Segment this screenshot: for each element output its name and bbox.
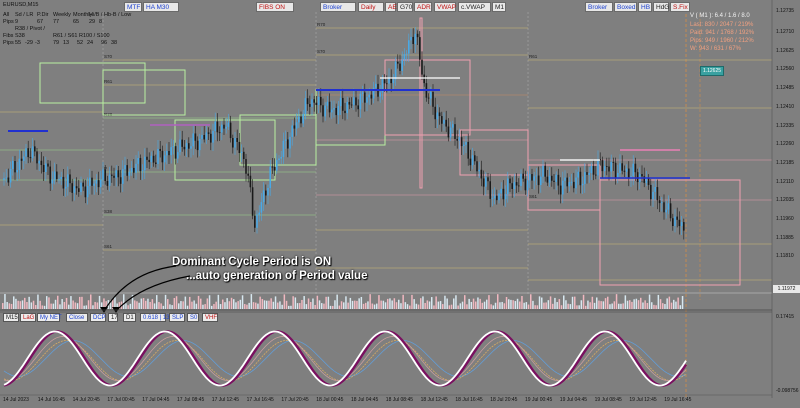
price-axis-label: 1.12035 [776,197,795,204]
volatility-info: V ( M1 ): 6.4 / 1.6 / 8.0 [690,13,750,19]
time-axis-label: 19 Jul 08:45 [594,397,622,403]
toolbar-button-daily[interactable]: Daily [358,2,384,12]
toolbar-button-broker[interactable]: Broker [320,2,356,12]
time-axis-label: 18 Jul 12:45 [420,397,448,403]
info-pips: Pips: 949 / 1960 / 212% [690,38,754,44]
time-axis-label: 17 Jul 16:45 [246,397,274,403]
price-axis-label: 1.12110 [776,178,794,185]
stats-header: All Sd / LR P.Dir Weekly MonthlyHi/B / Hb-B … [3,12,132,18]
time-axis-label: 14 Jul 16:45 [37,397,66,403]
osc-button-close[interactable]: Close [66,313,88,322]
stats-row-2: FibsR38 / Pivot / S38 R61 / S61 R100 / S10… [3,26,110,39]
price-tag: 1.12625 [700,66,724,76]
toolbar-button-boxed[interactable]: Boxed [614,2,637,12]
time-axis-label: 19 Jul 16:45 [664,397,692,403]
annotation-line-1: Dominant Cycle Period is ON [172,256,332,268]
time-axis-label: 17 Jul 04:45 [142,397,170,403]
toolbar-button-fibs-on[interactable]: FIBS ON [256,2,294,12]
time-axis-label: 19 Jul 12:45 [629,397,657,403]
price-axis-label: 1.12260 [776,141,795,148]
osc-button-17[interactable]: 17 [108,313,118,322]
price-axis-label: 1.12335 [776,122,795,129]
toolbar-button-adr[interactable]: ADR [414,2,432,12]
osc-button-d1[interactable]: D1 [123,313,136,322]
osc-button-dcp[interactable]: DCP [90,313,106,322]
info-paid: Paid: 941 / 1768 / 192% [690,30,755,36]
osc-button-lag[interactable]: LaG [20,313,36,322]
fib-label: S61 [529,194,538,199]
time-axis-label: 19 Jul 00:45 [525,397,553,403]
price-axis-label: 1.12485 [776,85,795,92]
fib-label: R61 [529,54,538,59]
stats-row-1: Pips9 67 77 65 29 8 [3,19,103,25]
price-axis-label: 1.12185 [776,159,795,166]
time-axis-label: 17 Jul 20:45 [281,397,309,403]
toolbar-button-broker[interactable]: Broker [585,2,613,12]
osc-button-0-618-13[interactable]: 0.618 | 13 [140,313,170,322]
osc-button-m15[interactable]: M15 [3,313,19,322]
osc-axis-top: 0.17415 [776,314,795,320]
price-axis-label: 1.12560 [776,66,795,73]
price-axis-label: 1.11960 [776,216,794,222]
time-axis-label: 18 Jul 04:45 [351,397,379,403]
osc-button-slp[interactable]: SLP [169,313,185,322]
annotation-line-2: ...auto generation of Period value [186,270,368,282]
price-chart[interactable]: S70R61R38PS38S61R70S70R61S61 [0,0,800,408]
info-weekly: W: 943 / 631 / 67% [690,46,741,52]
osc-axis-bottom: -0.098756 [776,388,799,394]
price-axis-label: 1.12625 [776,47,795,54]
info-last: Last: 830 / 2047 / 219% [690,22,754,28]
symbol-label: EURUSD,M15 [3,2,39,8]
current-price-label: 1.11972 [773,285,800,293]
time-axis-label: 17 Jul 12:45 [211,397,240,403]
toolbar-button-ha-m30[interactable]: HA M30 [143,2,179,12]
toolbar-button-m1[interactable]: M1 [492,2,506,12]
toolbar-button-s-fix[interactable]: S.Fix [670,2,690,12]
toolbar-button-c-vwap[interactable]: c.VWAP [458,2,491,12]
time-axis-label: 18 Jul 00:45 [316,397,344,403]
toolbar-button-mtf[interactable]: MTF [124,2,142,12]
time-axis-label: 17 Jul 00:45 [107,397,135,403]
fib-label: R70 [317,22,326,27]
stats-table: All Sd / LR P.Dir Weekly MonthlyHi/B / Hb-B … [3,12,131,47]
price-axis-label: 1.12410 [776,103,795,110]
fib-label: R61 [104,79,113,84]
fib-label: S70 [317,49,326,54]
toolbar-button-vwap[interactable]: VWAP [434,2,456,12]
price-axis-label: 1.12710 [776,29,795,35]
toolbar-button-hdg[interactable]: HdG [653,2,669,12]
osc-button-my-net[interactable]: My NET [37,313,62,322]
time-axis-label: 14 Jul 20:45 [72,397,100,403]
toolbar-button-ae[interactable]: AE [385,2,397,12]
price-axis-label: 1.11885 [776,234,794,241]
price-axis-label: 1.11810 [776,253,794,260]
osc-button-vhf[interactable]: VHF [202,313,218,322]
time-axis-label: 18 Jul 08:45 [385,397,414,403]
fib-label: S61 [104,244,113,249]
price-top-label: 1.12735 [776,8,795,14]
time-axis-label: 17 Jul 08:45 [177,397,205,403]
time-axis-label: 19 Jul 04:45 [559,397,588,403]
toolbar-button-g70[interactable]: G70 [397,2,413,12]
time-axis-label: 18 Jul 20:45 [490,397,518,403]
fib-label: S70 [104,54,113,59]
toolbar-button-hb[interactable]: HB [638,2,652,12]
time-axis-label: 14 Jul 2023 [3,397,29,403]
osc-button-s0[interactable]: S0 [187,313,199,322]
time-axis-label: 18 Jul 16:45 [455,397,483,403]
fib-label: S38 [104,209,113,214]
stats-row-3: Pips55 -29 -3 79 13 52 24 96 38 [3,40,118,46]
